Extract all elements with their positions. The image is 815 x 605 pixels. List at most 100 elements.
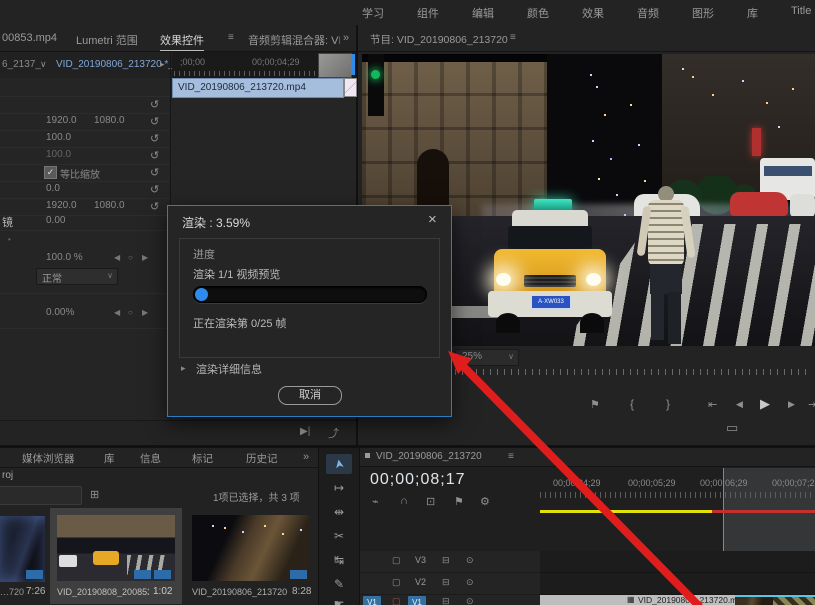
keyframe-add-icon[interactable]: ○ [128,253,137,262]
rotation-value[interactable]: 0.0 [46,183,60,194]
lock-icon[interactable]: ▢ [392,596,401,605]
clip-v1-filmstrip[interactable] [735,595,773,605]
keyframe-prev-icon[interactable]: ◀ [114,308,124,317]
track-label-v2[interactable]: V2 [415,577,426,587]
reset-motion-icon[interactable]: ↺ [150,98,159,111]
timeline-settings-wrench-icon[interactable]: ⚙ [480,495,490,508]
workspace-tab-effects[interactable]: 效果 [582,5,604,21]
play-button[interactable]: ▶ [760,396,770,412]
eye-icon[interactable]: ⊙ [466,596,474,605]
tab-overflow-icon[interactable]: » [303,451,309,463]
workspace-tab-graphics[interactable]: 图形 [692,5,714,21]
details-expander-arrow-icon[interactable]: ▸ [181,363,186,374]
workspace-tab-color[interactable]: 颜色 [527,5,549,21]
tab-history[interactable]: 历史记 [246,451,278,466]
chevron-right-icon[interactable]: ▸ [160,59,165,70]
media-item-selected[interactable]: VID_20190808_200853. 1:02 [50,508,182,604]
snap-toggle-icon[interactable]: ⌁ [372,495,379,508]
step-back-button[interactable]: ◀ [736,399,743,410]
program-monitor-tab[interactable]: 节目: VID_20190806_213720 [370,32,508,47]
keyframe-prev-icon[interactable]: ◀ [114,253,124,262]
sync-lock-icon[interactable]: ⊟ [442,596,450,605]
play-around-icon[interactable]: ▶| [300,426,310,437]
tab-libraries[interactable]: 库 [104,451,115,466]
blend-mode-select[interactable]: 正常 ∨ [36,268,118,285]
pen-tool-button[interactable]: ✎ [326,574,352,594]
track-v1-badge[interactable]: V1 [408,596,426,605]
reset-uniform-icon[interactable]: ↺ [150,166,159,179]
linked-selection-icon[interactable]: ∩ [400,495,408,507]
eye-icon[interactable]: ⊙ [466,555,474,566]
mark-in-button[interactable]: { [630,397,634,411]
tab-media-browser[interactable]: 媒体浏览器 [22,451,75,466]
export-frame-button[interactable]: ▭ [726,420,738,436]
timeline-tab[interactable]: VID_20190806_213720 [376,451,482,462]
tab-lumetri-scopes[interactable]: Lumetri 范围 [76,32,138,48]
timeline-ruler[interactable] [540,492,815,498]
position-x-value[interactable]: 1920.0 [46,115,77,126]
workspace-tab-audio[interactable]: 音频 [637,5,659,21]
zoom-level-select[interactable]: 25% ∨ [455,349,519,366]
add-marker-button[interactable]: ⚑ [590,398,600,411]
tab-clip-00853[interactable]: 00853.mp4 [2,32,57,44]
panel-menu-icon[interactable]: ≡ [228,32,234,43]
monitor-scrub-ruler[interactable] [455,369,811,375]
hand-tool-button[interactable]: ☛ [326,594,352,605]
tab-effect-controls[interactable]: 效果控件 [160,32,204,51]
anchor-y-value[interactable]: 1080.0 [94,200,125,211]
media-item[interactable]: VID_20190806_213720 8:28 [186,508,316,604]
tab-overflow-icon[interactable]: » [343,32,349,44]
track-content-v1[interactable]: ▦ VID_20190806_213720.mp4 [V] [540,595,815,605]
track-content-v2[interactable] [540,573,815,595]
workspace-tab-libraries[interactable]: 库 [747,5,758,21]
timeline-timecode[interactable]: 00;00;08;17 [370,471,466,489]
sync-lock-icon[interactable]: ⊟ [442,577,450,588]
time-remap-value[interactable]: 0.00% [46,307,74,318]
uniform-scale-checkbox[interactable]: ✓ [44,166,57,179]
lock-icon[interactable]: ▢ [392,577,401,588]
workspace-tab-assembly[interactable]: 组件 [417,5,439,21]
panel-menu-icon[interactable]: ≡ [508,451,514,462]
keyframe-next-icon[interactable]: ▶ [142,308,152,317]
ec-mini-ruler[interactable] [174,71,316,76]
go-to-in-button[interactable]: ⇤ [708,398,717,411]
eye-icon[interactable]: ⊙ [466,577,474,588]
selection-tool-button[interactable]: ➤ [326,454,352,474]
tab-markers[interactable]: 标记 [192,451,213,466]
track-select-tool-button[interactable]: ↦ [326,478,352,498]
razor-tool-button[interactable]: ✂ [326,526,352,546]
antiflicker-value[interactable]: 0.00 [46,215,65,226]
tab-info[interactable]: 信息 [140,451,161,466]
opacity-value[interactable]: 100.0 % [46,252,83,263]
nest-toggle-icon[interactable]: ⊡ [426,495,435,508]
mark-out-button[interactable]: } [666,397,670,411]
position-y-value[interactable]: 1080.0 [94,115,125,126]
ec-lane-clip[interactable]: VID_20190806_213720.mp4 [172,78,344,98]
reset-scale-width-icon[interactable]: ↺ [150,149,159,162]
details-expander-label[interactable]: 渲染详细信息 [196,361,262,377]
workspace-tab-editing[interactable]: 编辑 [472,5,494,21]
reset-scale-icon[interactable]: ↺ [150,132,159,145]
step-forward-button[interactable]: ▶ [788,399,795,410]
clip-v1[interactable]: ▦ VID_20190806_213720.mp4 [V] [540,595,735,605]
close-icon[interactable]: × [428,211,437,228]
go-to-out-button[interactable]: ⇥ [808,398,815,411]
reset-rotation-icon[interactable]: ↺ [150,183,159,196]
workspace-tab-titles[interactable]: Title [791,5,811,21]
media-item[interactable]: …720 7:26 [0,510,46,602]
chevron-down-icon[interactable]: ∨ [40,59,47,70]
sync-lock-icon[interactable]: ⊟ [442,555,450,566]
reset-position-icon[interactable]: ↺ [150,115,159,128]
add-marker-icon[interactable]: ⚑ [454,495,464,508]
search-input[interactable] [0,486,82,505]
export-icon[interactable]: ⤴ [328,425,339,441]
slip-tool-button[interactable]: ↹ [326,550,352,570]
anchor-x-value[interactable]: 1920.0 [46,200,77,211]
lock-icon[interactable]: ▢ [392,555,401,566]
cancel-button[interactable]: 取消 [278,386,342,405]
keyframe-next-icon[interactable]: ▶ [142,253,152,262]
target-clip-name[interactable]: VID_20190806_213720 *_ [56,59,174,70]
track-content-v3[interactable] [540,551,815,573]
reset-anchor-icon[interactable]: ↺ [150,200,159,213]
tab-audio-clip-mixer[interactable]: 音频剪辑混合器: VID [248,32,340,48]
